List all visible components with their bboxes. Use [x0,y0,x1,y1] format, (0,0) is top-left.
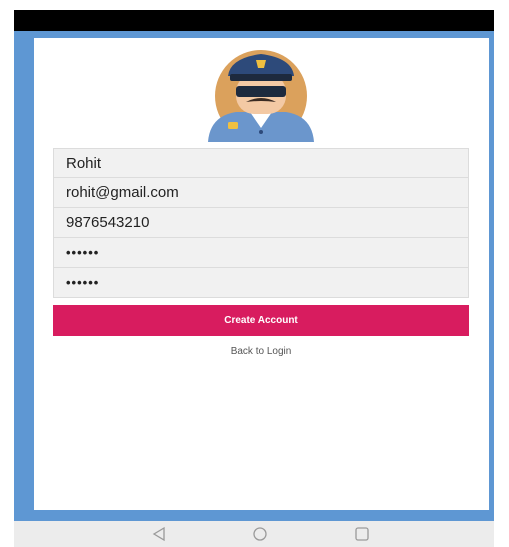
phone-field[interactable]: 9876543210 [53,208,469,238]
email-field[interactable]: rohit@gmail.com [53,178,469,208]
create-account-button[interactable]: Create Account [53,305,469,336]
confirm-password-field[interactable]: •••••• [53,268,469,298]
name-field[interactable]: Rohit [53,148,469,178]
back-icon[interactable] [151,526,167,542]
android-nav-bar [14,521,494,547]
home-icon[interactable] [252,526,268,542]
police-officer-icon [208,50,314,142]
password-field[interactable]: •••••• [53,238,469,268]
status-bar [14,10,494,31]
recents-icon[interactable] [354,526,370,542]
back-to-login-link[interactable]: Back to Login [53,346,469,357]
signup-form: Rohit rohit@gmail.com 9876543210 •••••• … [53,148,469,298]
